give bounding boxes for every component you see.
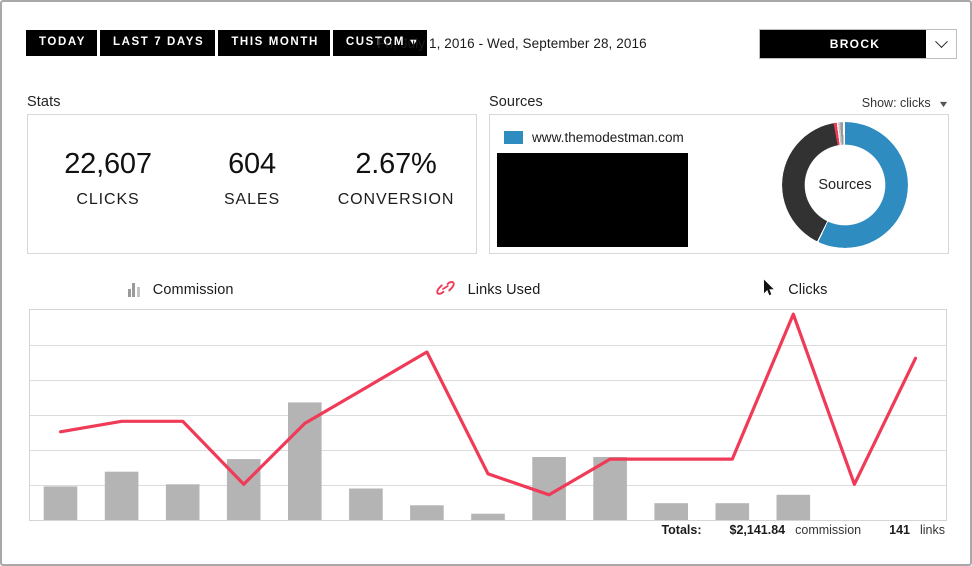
stats-row: 22,607 CLICKS 604 SALES 2.67% CONVERSION bbox=[28, 115, 476, 253]
main-chart-panel[interactable] bbox=[29, 309, 947, 521]
sources-legend: www.themodestman.com bbox=[504, 130, 684, 145]
selected-date-range: Fri, July 1, 2016 - Wed, September 28, 2… bbox=[377, 36, 647, 51]
tab-clicks[interactable]: Clicks bbox=[642, 276, 949, 304]
stat-clicks-value: 22,607 bbox=[64, 148, 152, 180]
range-button-this-month-label: THIS MONTH bbox=[231, 36, 319, 49]
chevron-down-icon bbox=[926, 30, 956, 58]
stat-conversion-value: 2.67% bbox=[355, 148, 437, 180]
sources-show-filter[interactable]: Show: clicks ▼ bbox=[861, 96, 950, 110]
sources-panel: www.themodestman.com Sources bbox=[489, 114, 949, 254]
totals-commission-unit: commission bbox=[795, 523, 862, 537]
tab-commission[interactable]: Commission bbox=[27, 276, 334, 304]
sources-chart-placeholder bbox=[497, 153, 688, 247]
sources-donut-chart[interactable]: Sources bbox=[782, 122, 908, 248]
legend-swatch-icon bbox=[504, 131, 523, 144]
bar bbox=[43, 486, 78, 520]
caret-down-icon: ▼ bbox=[937, 99, 950, 109]
range-button-this-month[interactable]: THIS MONTH bbox=[218, 30, 330, 56]
date-range-button-group: TODAY LAST 7 DAYS THIS MONTH CUSTOM ▾ bbox=[26, 30, 428, 56]
bar bbox=[654, 503, 688, 520]
commission-links-chart bbox=[30, 312, 946, 520]
bar-chart-icon bbox=[127, 283, 140, 297]
bar bbox=[226, 459, 261, 520]
stat-conversion-caption: CONVERSION bbox=[337, 191, 455, 209]
dashboard-page: TODAY LAST 7 DAYS THIS MONTH CUSTOM ▾ Fr… bbox=[0, 0, 972, 566]
chart-gridlines bbox=[30, 345, 946, 486]
donut-center-label: Sources bbox=[818, 177, 872, 193]
stat-sales-value: 604 bbox=[228, 148, 276, 180]
bar bbox=[776, 494, 811, 520]
sources-section-label: Sources bbox=[489, 94, 543, 110]
bar bbox=[104, 471, 139, 520]
chart-totals: Totals: $2,141.84 commission 141 links bbox=[661, 523, 945, 537]
sources-show-filter-prefix: Show: bbox=[861, 96, 897, 110]
range-button-last-7-days-label: LAST 7 DAYS bbox=[113, 36, 205, 49]
stat-clicks-caption: CLICKS bbox=[76, 191, 140, 209]
account-dropdown-label: BROCK bbox=[760, 30, 926, 58]
range-button-today-label: TODAY bbox=[39, 36, 86, 49]
range-button-today[interactable]: TODAY bbox=[26, 30, 97, 56]
stat-sales: 604 SALES bbox=[180, 149, 324, 209]
account-dropdown[interactable]: BROCK bbox=[759, 29, 957, 59]
line-series-links-used bbox=[58, 312, 918, 497]
tab-links-used[interactable]: Links Used bbox=[334, 276, 641, 304]
stats-panel: 22,607 CLICKS 604 SALES 2.67% CONVERSION bbox=[27, 114, 477, 254]
bar bbox=[715, 503, 750, 520]
bar bbox=[349, 488, 383, 520]
totals-links-value: 141 bbox=[889, 523, 910, 537]
totals-commission-value: $2,141.84 bbox=[729, 523, 786, 537]
stat-sales-caption: SALES bbox=[223, 191, 281, 209]
sources-show-filter-value: clicks bbox=[900, 96, 931, 110]
stat-clicks: 22,607 CLICKS bbox=[36, 149, 180, 209]
tab-links-used-label: Links Used bbox=[467, 282, 541, 298]
totals-label: Totals: bbox=[661, 523, 702, 537]
top-toolbar: TODAY LAST 7 DAYS THIS MONTH CUSTOM ▾ Fr… bbox=[2, 2, 970, 82]
cursor-arrow-icon bbox=[763, 279, 775, 301]
stats-section-label: Stats bbox=[27, 94, 61, 110]
tab-commission-label: Commission bbox=[152, 282, 234, 298]
chart-metric-tabs: Commission Links Used Clicks bbox=[27, 276, 949, 304]
bar bbox=[288, 402, 322, 520]
bar bbox=[165, 484, 200, 520]
totals-links-unit: links bbox=[919, 523, 945, 537]
tab-clicks-label: Clicks bbox=[788, 282, 828, 298]
range-button-last-7-days[interactable]: LAST 7 DAYS bbox=[100, 30, 216, 56]
bar bbox=[471, 513, 505, 520]
bar bbox=[410, 505, 444, 520]
stat-conversion: 2.67% CONVERSION bbox=[324, 149, 468, 209]
link-chain-icon bbox=[435, 280, 455, 301]
sources-legend-label: www.themodestman.com bbox=[532, 130, 684, 145]
